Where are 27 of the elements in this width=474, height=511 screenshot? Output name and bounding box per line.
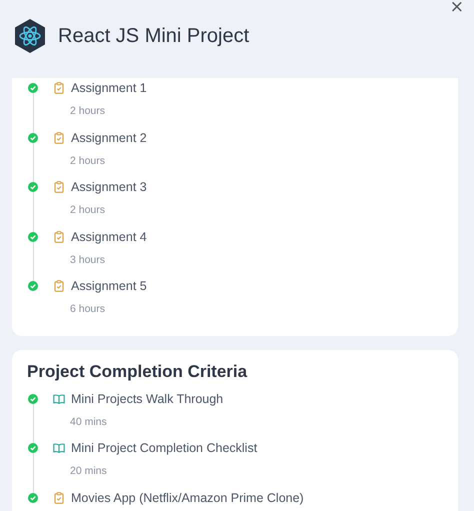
lesson-title[interactable]: Assignment 3 [71,180,147,194]
clipboard-icon [53,181,65,193]
lesson-duration: 3 hours [70,252,106,268]
close-button[interactable]: × [448,0,466,15]
clipboard-icon [53,132,65,144]
page-title: React JS Mini Project [58,24,250,48]
lesson-title[interactable]: Assignment 2 [71,130,147,144]
lesson-title[interactable]: Assignment 4 [71,230,147,244]
lesson-duration: 2 hours [70,104,106,119]
lesson-title[interactable]: Assignment 1 [71,81,147,95]
lesson-title[interactable]: Mini Project Completion Checklist [71,441,258,455]
clipboard-icon [53,230,65,242]
book-icon [53,394,65,404]
lesson-duration: 20 mins [70,464,108,479]
lesson-title[interactable]: Mini Projects Walk Through [71,392,224,406]
book-icon [53,443,65,453]
lesson-duration: 2 hours [70,203,106,218]
clipboard-icon [53,280,65,292]
clipboard-icon [53,82,65,94]
lesson-duration: 6 hours [70,302,106,317]
lesson-title[interactable]: Assignment 5 [71,279,147,293]
lesson-title[interactable]: Movies App (Netflix/Amazon Prime Clone) [71,490,304,504]
clipboard-icon [53,492,65,504]
section-heading: Project Completion Criteria [26,360,248,382]
lesson-duration: 40 mins [70,414,108,430]
react-logo-icon [14,19,46,53]
lesson-duration: 2 hours [70,154,106,168]
